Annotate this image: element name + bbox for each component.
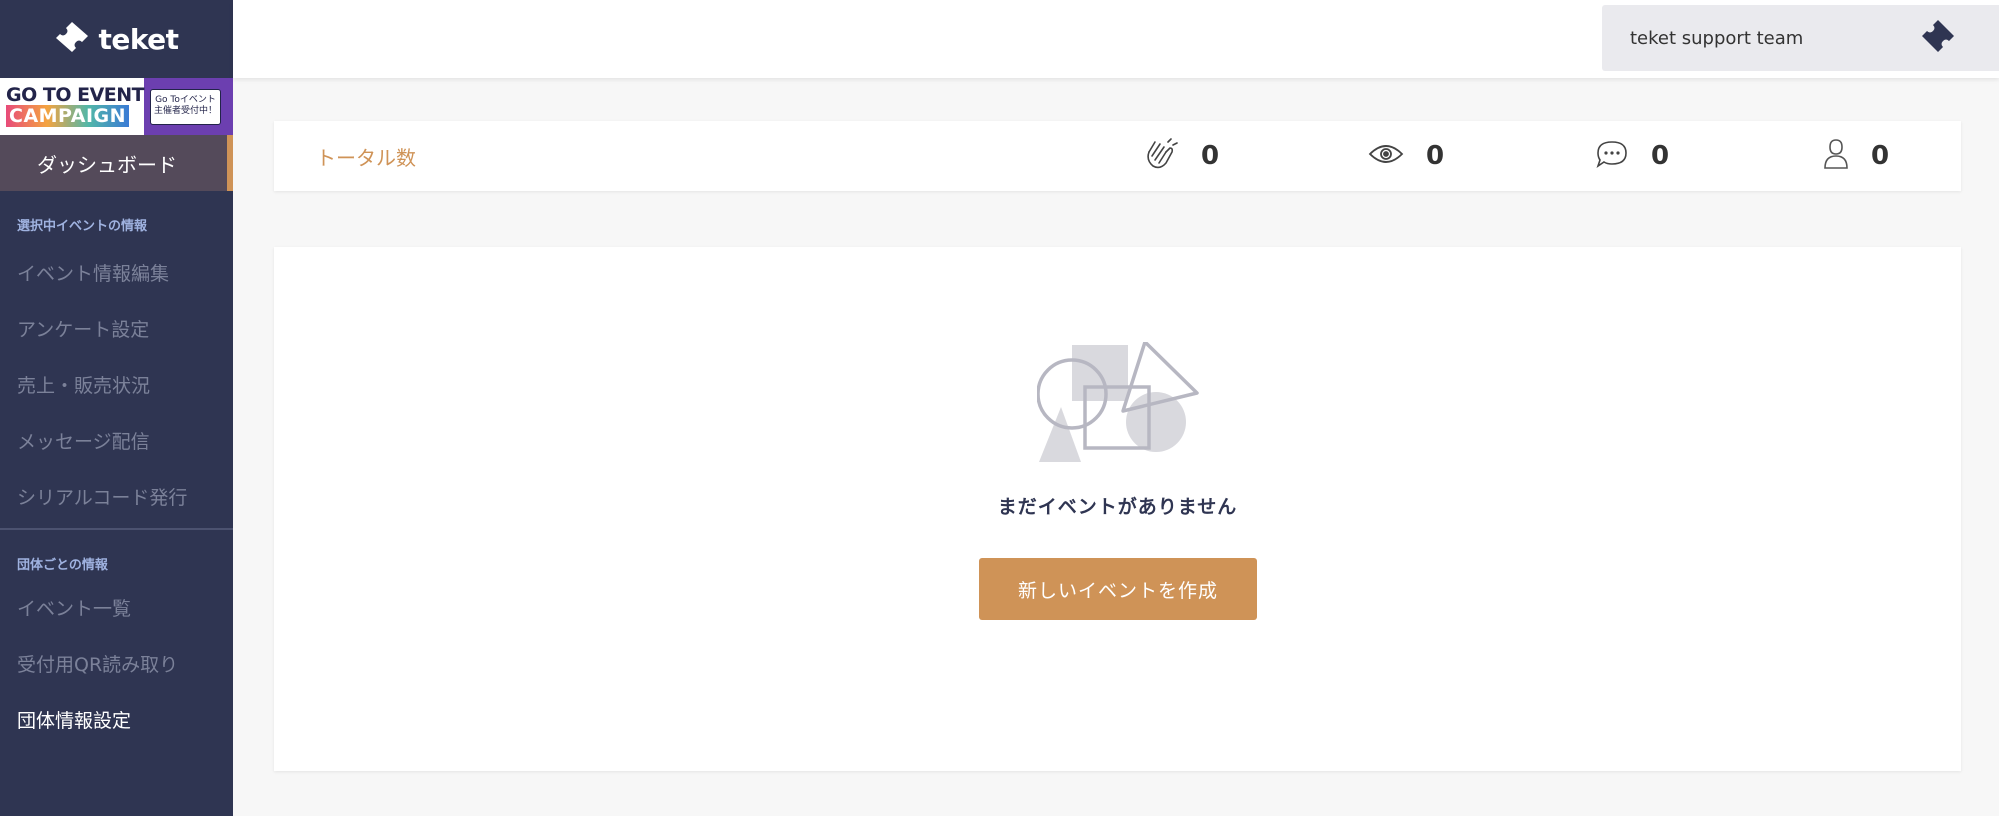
stat-views: 0 — [1368, 121, 1444, 191]
stat-comments: 0 — [1595, 121, 1669, 191]
sidebar-item-dashboard[interactable]: ダッシュボード — [0, 135, 233, 191]
team-name: teket support team — [1630, 27, 1804, 49]
ticket-logo-icon — [54, 20, 90, 58]
section-heading-selected-event: 選択中イベントの情報 — [17, 219, 148, 234]
stat-users-value: 0 — [1871, 141, 1890, 171]
logo-text: teket — [98, 22, 179, 56]
empty-shapes-illustration — [1036, 340, 1201, 478]
empty-state-card: まだイベントがありません 新しいイベントを作成 — [274, 247, 1961, 771]
sidebar-item-event-list[interactable]: イベント一覧 — [0, 579, 233, 635]
empty-state-message: まだイベントがありません — [997, 496, 1238, 518]
sidebar-item-serial-code[interactable]: シリアルコード発行 — [0, 468, 233, 524]
banner-line1: GO TO EVENT — [6, 84, 145, 106]
stat-users: 0 — [1823, 121, 1889, 191]
stat-views-value: 0 — [1426, 141, 1445, 171]
totals-label: トータル数 — [316, 145, 416, 170]
ticket-icon[interactable] — [1920, 18, 1956, 58]
sidebar-item-message-delivery[interactable]: メッセージ配信 — [0, 412, 233, 468]
sidebar-item-sales-status[interactable]: 売上・販売状況 — [0, 356, 233, 412]
sidebar-item-edit-event[interactable]: イベント情報編集 — [0, 244, 233, 300]
eye-icon — [1368, 142, 1404, 170]
top-header: teket support team — [233, 0, 1999, 78]
comment-icon — [1595, 139, 1629, 173]
sidebar: teket GO TO EVENT CAMPAIGN Go Toイベント 主催者… — [0, 0, 233, 816]
section-heading-organization: 団体ごとの情報 — [17, 558, 108, 573]
clap-icon — [1143, 138, 1179, 174]
create-event-button[interactable]: 新しいイベントを作成 — [979, 558, 1257, 620]
stat-claps: 0 — [1143, 121, 1219, 191]
stat-comments-value: 0 — [1651, 141, 1670, 171]
sidebar-item-qr-reader[interactable]: 受付用QR読み取り — [0, 635, 233, 691]
stat-claps-value: 0 — [1201, 141, 1220, 171]
sidebar-item-org-settings[interactable]: 団体情報設定 — [0, 691, 233, 747]
go-to-event-banner[interactable]: GO TO EVENT CAMPAIGN Go Toイベント 主催者受付中！ — [0, 78, 233, 135]
banner-badge: Go Toイベント 主催者受付中！ — [150, 89, 221, 125]
totals-card: トータル数 0 0 0 0 — [274, 121, 1961, 191]
app-logo[interactable]: teket — [0, 0, 233, 78]
banner-badge-line1: Go Toイベント — [155, 95, 216, 105]
banner-badge-line2: 主催者受付中！ — [153, 106, 217, 116]
sidebar-item-survey-settings[interactable]: アンケート設定 — [0, 300, 233, 356]
user-icon — [1823, 138, 1849, 174]
banner-line2: CAMPAIGN — [6, 105, 130, 127]
